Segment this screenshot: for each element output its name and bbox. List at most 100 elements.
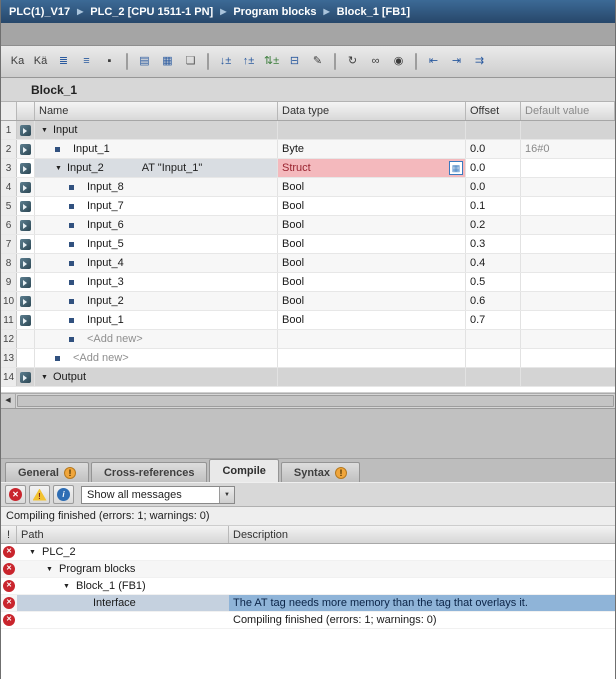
interface-row[interactable]: 3 ▼ Input_2 AT "Input_1" Struct ▦ 0.0 xyxy=(1,159,615,178)
dropdown-arrow-icon[interactable]: ▼ xyxy=(219,486,234,503)
interface-row[interactable]: 9 ▼ Input_3 Bool ▦ 0.5 xyxy=(1,273,615,292)
name-cell[interactable]: ▼ Input_7 xyxy=(35,197,278,215)
datatype-cell[interactable]: Byte ▦ xyxy=(278,140,466,158)
interface-row[interactable]: 2 ▼ Input_1 Byte ▦ 0.0 16#0 xyxy=(1,140,615,159)
default-value-cell[interactable] xyxy=(521,216,615,234)
interface-row[interactable]: 11 ▼ Input_1 Bool ▦ 0.7 xyxy=(1,311,615,330)
breadcrumb-item[interactable]: ▶ Program blocks xyxy=(213,6,316,18)
message-path-cell[interactable]: ▼ PLC_2 xyxy=(17,544,229,560)
datatype-cell[interactable]: Struct ▦ xyxy=(278,159,466,177)
toolbar-icon[interactable] xyxy=(415,53,417,70)
name-cell[interactable]: ▼ Input_1 xyxy=(35,311,278,329)
datatype-cell[interactable]: ▦ xyxy=(278,349,466,367)
datatype-picker-button[interactable]: ▦ xyxy=(449,161,463,175)
name-cell[interactable]: ▼ Input_4 xyxy=(35,254,278,272)
breadcrumb-item[interactable]: ▶ Block_1 [FB1] xyxy=(316,6,410,18)
scroll-left-button[interactable]: ◀ xyxy=(1,394,16,408)
expander-icon[interactable]: ▼ xyxy=(41,127,53,134)
name-cell[interactable]: ▼ <Add new> xyxy=(35,349,278,367)
name-cell[interactable]: ▼ Input_5 xyxy=(35,235,278,253)
interface-row[interactable]: 12 ▼ <Add new> ▦ xyxy=(1,330,615,349)
interface-row[interactable]: 4 ▼ Input_8 Bool ▦ 0.0 xyxy=(1,178,615,197)
name-cell[interactable]: ▼ Input_2 xyxy=(35,292,278,310)
tree-expander-icon[interactable]: ▼ xyxy=(63,583,76,590)
message-filter-dropdown[interactable]: Show all messages ▼ xyxy=(81,485,235,504)
name-cell[interactable]: ▼ Input xyxy=(35,121,278,139)
scrollbar-thumb[interactable] xyxy=(17,395,614,407)
datatype-cell[interactable]: ▦ xyxy=(278,121,466,139)
tab-cross-references[interactable]: Cross-references ! xyxy=(90,462,208,482)
show-info-toggle[interactable]: i xyxy=(53,485,74,504)
column-header-description[interactable]: Description xyxy=(229,526,615,543)
message-description-cell[interactable] xyxy=(229,578,615,594)
toolbar-icon[interactable] xyxy=(334,53,336,70)
show-errors-toggle[interactable]: ✕ xyxy=(5,485,26,504)
expander-icon[interactable]: ▼ xyxy=(55,165,67,172)
default-value-cell[interactable] xyxy=(521,273,615,291)
name-cell[interactable]: ▼ <Add new> xyxy=(35,330,278,348)
tab-compile[interactable]: Compile ! xyxy=(209,459,279,482)
column-header-offset[interactable]: Offset xyxy=(466,102,521,120)
interface-row[interactable]: 6 ▼ Input_6 Bool ▦ 0.2 xyxy=(1,216,615,235)
default-value-cell[interactable] xyxy=(521,197,615,215)
default-value-cell[interactable] xyxy=(521,349,615,367)
message-row[interactable]: ✕ ▼ Interface The AT tag needs more memo… xyxy=(1,595,615,612)
snapshot-actual-values-icon[interactable]: Kä xyxy=(30,51,51,72)
message-row[interactable]: ✕ ▼ PLC_2 xyxy=(1,544,615,561)
interface-row[interactable]: 14 ▼ Output ▦ xyxy=(1,368,615,387)
interface-row[interactable]: 13 ▼ <Add new> ▦ xyxy=(1,349,615,368)
add-row-icon[interactable]: ≡ xyxy=(76,51,97,72)
sync-values-icon[interactable]: ⇅± xyxy=(261,51,282,72)
next-error-icon[interactable]: ⇥ xyxy=(446,51,467,72)
column-header-path[interactable]: Path xyxy=(17,526,229,543)
interface-row[interactable]: 10 ▼ Input_2 Bool ▦ 0.6 xyxy=(1,292,615,311)
name-cell[interactable]: ▼ Input_1 xyxy=(35,140,278,158)
tree-expander-icon[interactable]: ▼ xyxy=(46,566,59,573)
expander-icon[interactable]: ▼ xyxy=(41,374,53,381)
message-path-cell[interactable]: ▼ xyxy=(17,612,229,628)
datatype-cell[interactable]: ▦ xyxy=(278,368,466,386)
default-value-cell[interactable] xyxy=(521,368,615,386)
snapshot-camera-icon[interactable]: ◉ xyxy=(388,51,409,72)
tab-general[interactable]: General ! xyxy=(5,462,89,482)
default-value-cell[interactable] xyxy=(521,330,615,348)
horizontal-scrollbar[interactable]: ◀ xyxy=(1,393,615,408)
message-description-cell[interactable] xyxy=(229,544,615,560)
datatype-cell[interactable]: Bool ▦ xyxy=(278,292,466,310)
default-value-cell[interactable] xyxy=(521,235,615,253)
interface-row[interactable]: 1 ▼ Input ▦ xyxy=(1,121,615,140)
reset-start-values-icon[interactable]: ▪ xyxy=(99,51,120,72)
default-value-cell[interactable] xyxy=(521,121,615,139)
toggle-display-icon[interactable]: ⊟ xyxy=(284,51,305,72)
name-cell[interactable]: ▼ Input_3 xyxy=(35,273,278,291)
name-cell[interactable]: ▼ Input_8 xyxy=(35,178,278,196)
go-to-definition-icon[interactable]: ⇉ xyxy=(469,51,490,72)
default-value-cell[interactable] xyxy=(521,292,615,310)
upload-values-icon[interactable]: ↑± xyxy=(238,51,259,72)
breadcrumb-item[interactable]: ▶ PLC_2 [CPU 1511-1 PN] xyxy=(70,6,213,18)
message-row[interactable]: ✕ ▼ Compiling finished (errors: 1; warni… xyxy=(1,612,615,629)
datatype-cell[interactable]: Bool ▦ xyxy=(278,254,466,272)
interface-row[interactable]: 5 ▼ Input_7 Bool ▦ 0.1 xyxy=(1,197,615,216)
previous-error-icon[interactable]: ⇤ xyxy=(423,51,444,72)
datatype-cell[interactable]: Bool ▦ xyxy=(278,178,466,196)
refresh-icon[interactable]: ↻ xyxy=(342,51,363,72)
message-row[interactable]: ✕ ▼ Block_1 (FB1) xyxy=(1,578,615,595)
tab-syntax[interactable]: Syntax ! xyxy=(280,462,360,482)
message-path-cell[interactable]: ▼ Program blocks xyxy=(17,561,229,577)
interface-row[interactable]: 8 ▼ Input_4 Bool ▦ 0.4 xyxy=(1,254,615,273)
column-header-default-value[interactable]: Default value xyxy=(521,102,615,120)
tree-expander-icon[interactable]: ▼ xyxy=(29,549,42,556)
interface-row[interactable]: 7 ▼ Input_5 Bool ▦ 0.3 xyxy=(1,235,615,254)
message-description-cell[interactable]: Compiling finished (errors: 1; warnings:… xyxy=(229,612,615,628)
datatype-cell[interactable]: Bool ▦ xyxy=(278,273,466,291)
name-cell[interactable]: ▼ Input_6 xyxy=(35,216,278,234)
datatype-cell[interactable]: Bool ▦ xyxy=(278,311,466,329)
message-description-cell[interactable] xyxy=(229,561,615,577)
monitor-icon[interactable]: ∞ xyxy=(365,51,386,72)
insert-row-icon[interactable]: ≣ xyxy=(53,51,74,72)
toolbar-icon[interactable] xyxy=(126,53,128,70)
toolbar-icon[interactable] xyxy=(207,53,209,70)
column-header-datatype[interactable]: Data type xyxy=(278,102,466,120)
default-value-cell[interactable] xyxy=(521,254,615,272)
